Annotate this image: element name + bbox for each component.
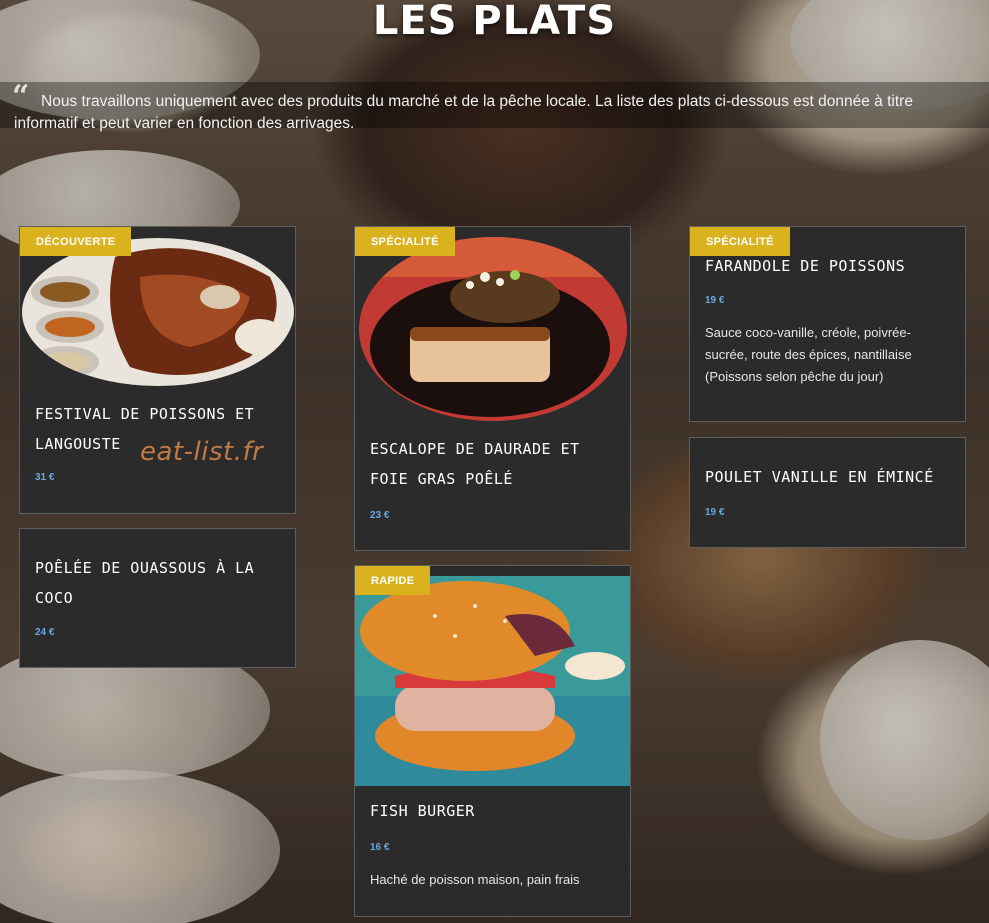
dish-card-poelee[interactable]: Poêlée de ouassous à la coco 24 € <box>19 528 296 668</box>
dish-description: Sauce coco-vanille, créole, poivrée-sucr… <box>705 325 912 384</box>
intro-text: Nous travaillons uniquement avec des pro… <box>14 93 913 132</box>
dish-badge: SPÉCIALITÉ <box>355 227 455 256</box>
page-title: LES PLATS <box>372 0 617 44</box>
dish-photo-festival <box>20 237 295 387</box>
dish-badge: SPÉCIALITÉ <box>690 227 790 256</box>
dish-card-fish-burger[interactable]: RAPIDE Fish burger 16 € Haché de poisson… <box>354 565 631 917</box>
dish-photo-escalope <box>355 237 630 422</box>
dish-card-escalope[interactable]: SPÉCIALITÉ Escalope de daurade et foie g… <box>354 226 631 551</box>
dish-price: 24 € <box>35 627 55 638</box>
dish-card-festival[interactable]: DÉCOUVERTE Festival de poissons et lango… <box>19 226 296 514</box>
watermark: eat-list.fr <box>140 437 264 467</box>
dish-price: 16 € <box>370 842 390 853</box>
dish-badge: DÉCOUVERTE <box>20 227 132 256</box>
dish-price: 31 € <box>35 472 55 483</box>
dish-description: Haché de poisson maison, pain frais <box>370 872 580 887</box>
dish-card-poulet[interactable]: Poulet vanille en émincé 19 € <box>689 437 966 548</box>
dish-price: 19 € <box>705 507 725 518</box>
dish-price: 23 € <box>370 510 390 521</box>
dish-name: Fish burger <box>370 802 475 820</box>
dish-photo-burger <box>355 576 630 786</box>
dish-name: Poêlée de ouassous à la coco <box>35 559 255 607</box>
dish-name: Escalope de daurade et foie gras poêlé <box>370 440 580 488</box>
dish-price: 19 € <box>705 295 725 306</box>
dish-card-farandole[interactable]: SPÉCIALITÉ Farandole de poissons 19 € Sa… <box>689 226 966 422</box>
dish-name: Poulet vanille en émincé <box>705 468 934 486</box>
dish-badge: RAPIDE <box>355 566 431 595</box>
